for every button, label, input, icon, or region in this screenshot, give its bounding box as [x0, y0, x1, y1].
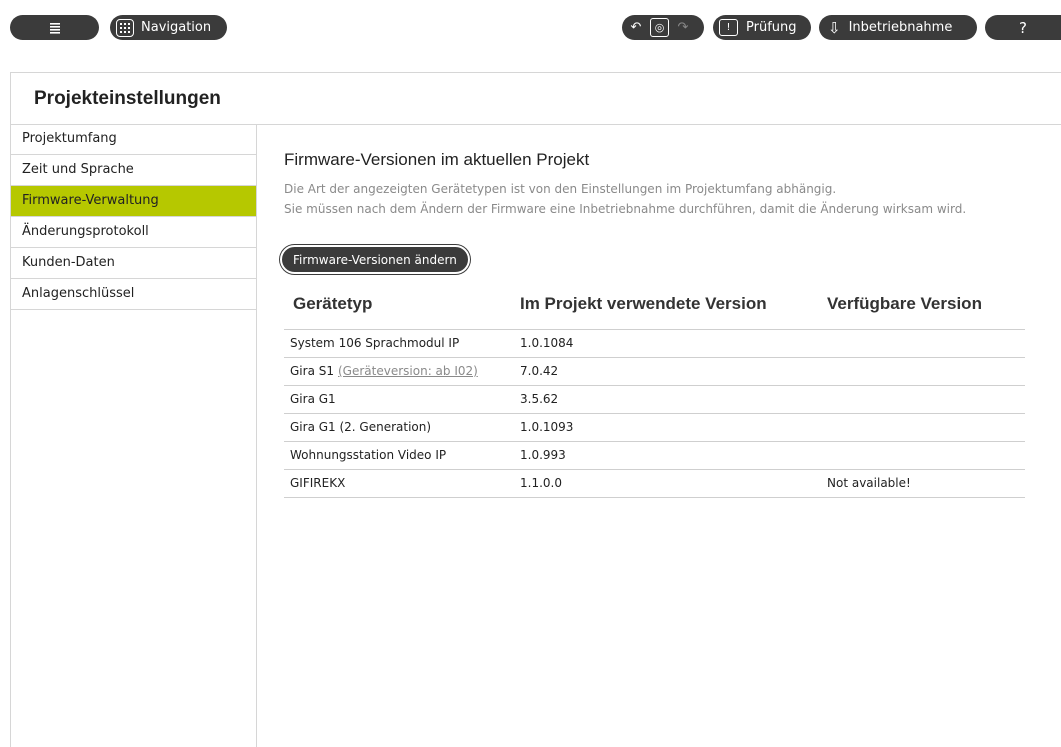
device-cell: Gira S1 (Geräteversion: ab I02): [284, 357, 520, 386]
menu-button[interactable]: [10, 15, 99, 40]
version-cell: 1.0.1084: [520, 329, 827, 358]
device-cell: Wohnungsstation Video IP: [284, 441, 520, 470]
version-cell: 7.0.42: [520, 357, 827, 386]
undo-icon[interactable]: ↶: [626, 18, 646, 38]
available-cell: [827, 385, 1025, 414]
device-cell: Gira G1: [284, 385, 520, 414]
navigation-button[interactable]: Navigation: [110, 15, 227, 40]
navigation-label: Navigation: [141, 20, 212, 35]
available-cell: [827, 357, 1025, 386]
table-row: System 106 Sprachmodul IP 1.0.1084: [284, 329, 1025, 358]
undo-redo-group: ↶ ◎ ↷: [622, 15, 704, 40]
available-cell: [827, 441, 1025, 470]
page-header: Projekteinstellungen: [10, 72, 1061, 125]
inbetriebnahme-button[interactable]: ⇩ Inbetriebnahme: [819, 15, 977, 40]
device-name: Wohnungsstation Video IP: [290, 448, 447, 462]
grid-icon: [116, 18, 134, 37]
column-header-project-version: Im Projekt verwendete Version: [520, 280, 827, 330]
sidebar-item-projektumfang[interactable]: Projektumfang: [11, 124, 256, 155]
redo-icon[interactable]: ↷: [673, 18, 693, 38]
device-cell: GIFIREKX: [284, 469, 520, 498]
help-label: ?: [1019, 18, 1027, 37]
column-header-device-type: Gerätetyp: [284, 280, 520, 330]
description-line-2: Sie müssen nach dem Ändern der Firmware …: [284, 202, 967, 216]
inbetriebnahme-label: Inbetriebnahme: [848, 20, 953, 35]
sidebar: Projektumfang Zeit und Sprache Firmware-…: [10, 124, 257, 747]
device-name: System 106 Sprachmodul IP: [290, 336, 460, 350]
device-version-link[interactable]: (Geräteversion: ab I02): [338, 364, 478, 378]
section-title: Firmware-Versionen im aktuellen Projekt: [284, 150, 590, 169]
available-cell: [827, 413, 1025, 442]
list-icon: [49, 22, 61, 34]
device-cell: Gira G1 (2. Generation): [284, 413, 520, 442]
sidebar-item-aenderungsprotokoll[interactable]: Änderungsprotokoll: [11, 217, 256, 248]
table-row: Gira S1 (Geräteversion: ab I02) 7.0.42: [284, 357, 1025, 386]
device-name: Gira G1 (2. Generation): [290, 420, 432, 434]
description-line-1: Die Art der angezeigten Gerätetypen ist …: [284, 182, 837, 196]
device-cell: System 106 Sprachmodul IP: [284, 329, 520, 358]
firmware-table: Gerätetyp Im Projekt verwendete Version …: [284, 280, 1025, 498]
pruefung-button[interactable]: ǃ Prüfung: [713, 15, 811, 40]
available-cell: Not available!: [827, 469, 1025, 498]
version-cell: 1.1.0.0: [520, 469, 827, 498]
page-title: Projekteinstellungen: [34, 88, 221, 109]
column-header-available-version: Verfügbare Version: [827, 280, 1025, 330]
table-row: GIFIREKX 1.1.0.0 Not available!: [284, 469, 1025, 498]
download-icon: ⇩: [828, 18, 841, 37]
table-row: Gira G1 3.5.62: [284, 385, 1025, 414]
description: Die Art der angezeigten Gerätetypen ist …: [284, 179, 966, 219]
table-header-row: Gerätetyp Im Projekt verwendete Version …: [284, 280, 1025, 330]
device-name: Gira S1: [290, 364, 334, 378]
available-cell: [827, 329, 1025, 358]
main-content: Firmware-Versionen im aktuellen Projekt …: [258, 124, 1061, 747]
version-cell: 3.5.62: [520, 385, 827, 414]
check-device-icon: ǃ: [719, 19, 738, 36]
change-firmware-button[interactable]: Firmware-Versionen ändern: [280, 245, 470, 274]
sidebar-item-firmware-verwaltung[interactable]: Firmware-Verwaltung: [11, 186, 256, 217]
sidebar-item-zeit-und-sprache[interactable]: Zeit und Sprache: [11, 155, 256, 186]
pruefung-label: Prüfung: [746, 20, 797, 35]
sidebar-item-kunden-daten[interactable]: Kunden-Daten: [11, 248, 256, 279]
version-cell: 1.0.993: [520, 441, 827, 470]
help-button[interactable]: ?: [985, 15, 1061, 40]
device-name: Gira G1: [290, 392, 336, 406]
device-icon[interactable]: ◎: [650, 18, 669, 37]
sidebar-item-anlagenschluessel[interactable]: Anlagenschlüssel: [11, 279, 256, 310]
table-row: Gira G1 (2. Generation) 1.0.1093: [284, 413, 1025, 442]
version-cell: 1.0.1093: [520, 413, 827, 442]
device-name: GIFIREKX: [290, 476, 346, 490]
table-row: Wohnungsstation Video IP 1.0.993: [284, 441, 1025, 470]
